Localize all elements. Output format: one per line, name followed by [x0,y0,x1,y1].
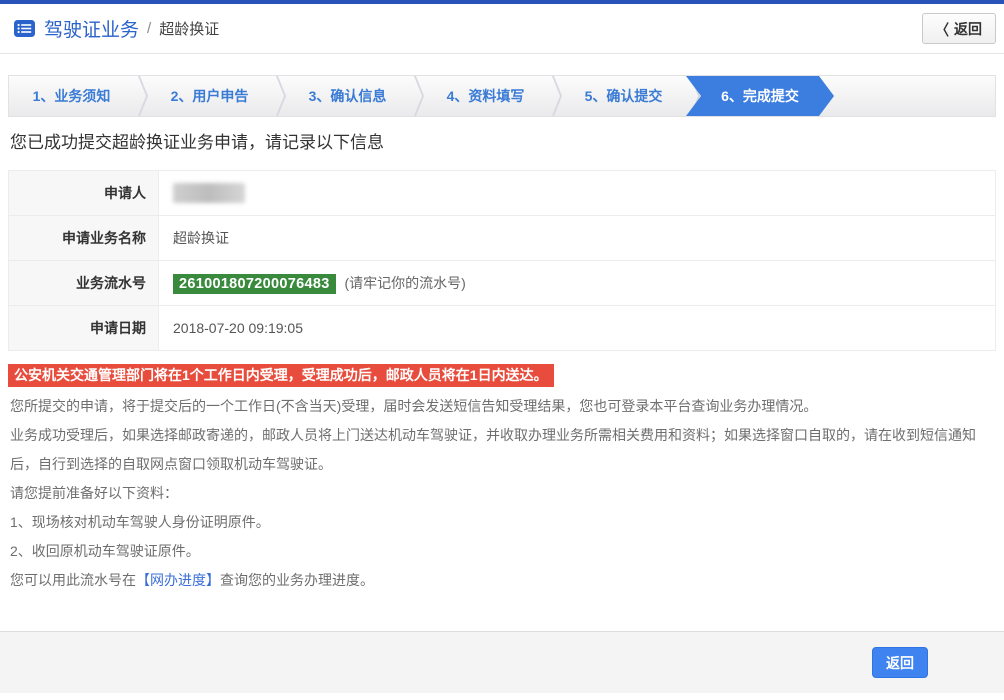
breadcrumb-divider: / [147,20,151,37]
table-row-serial-number: 业务流水号 261001807200076483 (请牢记你的流水号) [9,261,996,306]
table-row-business-name: 申请业务名称 超龄换证 [9,216,996,261]
step-1-label: 1、业务须知 [33,86,111,106]
notice-text-block: 您所提交的申请，将于提交后的一个工作日(不含当天)受理，届时会发送短信告知受理结… [10,392,994,595]
online-progress-link[interactable]: 【网办进度】 [136,572,220,588]
step-3-label: 3、确认信息 [309,86,387,106]
applicant-masked-value [173,183,245,203]
apply-date-label: 申请日期 [9,306,159,351]
step-separator-icon [548,76,561,116]
notice-list-item: 1、现场核对机动车驾驶人身份证明原件。 [10,508,994,537]
serial-number-label: 业务流水号 [9,261,159,306]
list-icon [14,20,35,37]
processing-alert-banner: 公安机关交通管理部门将在1个工作日内受理，受理成功后，邮政人员将在1日内送达。 [8,364,554,387]
step-progress-bar: 1、业务须知 2、用户申告 3、确认信息 4、资料填写 5、确认提交 6、完成提… [8,75,996,117]
progress-query-line: 您可以用此流水号在【网办进度】查询您的业务办理进度。 [10,566,994,595]
progress-line-before: 您可以用此流水号在 [10,572,136,588]
step-2-user-declaration: 2、用户申告 [147,76,272,116]
back-button-top-label: 返回 [954,19,982,39]
step-4-fill-materials: 4、资料填写 [423,76,548,116]
notice-paragraph: 您所提交的申请，将于提交后的一个工作日(不含当天)受理，届时会发送短信告知受理结… [10,392,994,421]
breadcrumb-current: 超龄换证 [159,18,219,39]
page-header: 驾驶证业务 / 超龄换证 〈 返回 [0,4,1004,54]
notice-paragraph: 业务成功受理后，如果选择邮政寄递的，邮政人员将上门送达机动车驾驶证，并收取办理业… [10,421,994,479]
serial-number-badge: 261001807200076483 [173,274,336,294]
step-3-confirm-info: 3、确认信息 [285,76,410,116]
serial-number-note: (请牢记你的流水号) [344,275,465,291]
step-1-business-notice: 1、业务须知 [9,76,134,116]
step-bar-filler [834,76,995,116]
step-6-label: 6、完成提交 [721,86,799,106]
step-2-label: 2、用户申告 [171,86,249,106]
step-separator-icon [410,76,423,116]
notice-list-item: 2、收回原机动车驾驶证原件。 [10,537,994,566]
step-5-label: 5、确认提交 [585,86,663,106]
step-separator-icon [272,76,285,116]
progress-line-after: 查询您的业务办理进度。 [220,572,374,588]
step-5-confirm-submit: 5、确认提交 [561,76,686,116]
table-row-applicant: 申请人 [9,171,996,216]
notice-paragraph: 请您提前准备好以下资料： [10,479,994,508]
footer-bar: 返回 [0,631,1004,693]
back-button-top[interactable]: 〈 返回 [922,13,996,44]
success-heading: 您已成功提交超龄换证业务申请，请记录以下信息 [10,131,994,155]
table-row-apply-date: 申请日期 2018-07-20 09:19:05 [9,306,996,351]
page-title: 驾驶证业务 [44,15,139,42]
chevron-left-icon: 〈 [936,18,949,40]
business-name-value: 超龄换证 [159,216,996,261]
step-6-complete-submit-active: 6、完成提交 [686,76,834,116]
apply-date-value: 2018-07-20 09:19:05 [159,306,996,351]
step-4-label: 4、资料填写 [447,86,525,106]
business-name-label: 申请业务名称 [9,216,159,261]
result-table: 申请人 申请业务名称 超龄换证 业务流水号 261001807200076483… [8,170,996,351]
applicant-label: 申请人 [9,171,159,216]
step-separator-icon [134,76,147,116]
back-button-bottom[interactable]: 返回 [872,647,928,678]
